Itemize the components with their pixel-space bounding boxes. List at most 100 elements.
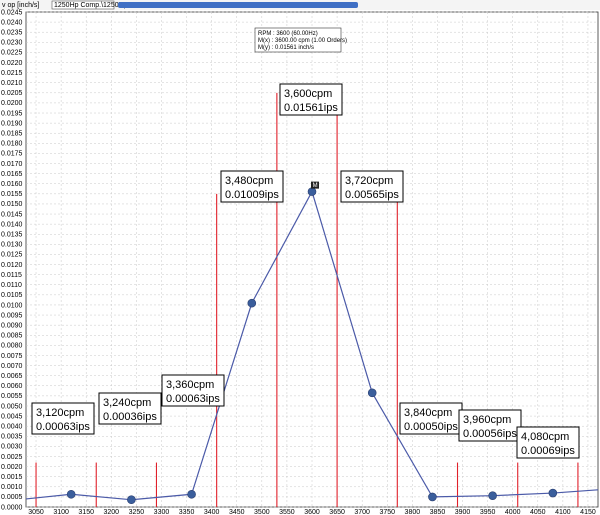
spectrum-chart: v op [inch/s] 1250Hp Comp.\1250Hp 0.0000… xyxy=(0,0,600,515)
annotation-ips: 0.00069ips xyxy=(521,445,575,457)
annotation-cpm: 3,360cpm xyxy=(166,379,214,391)
y-tick-label: 0.0175 xyxy=(1,151,23,158)
x-tick-label: 3850 xyxy=(430,509,446,515)
data-point[interactable] xyxy=(66,489,76,499)
y-tick-label: 0.0080 xyxy=(1,343,23,350)
annotation-ips: 0.00063ips xyxy=(166,393,220,405)
y-tick-label: 0.0120 xyxy=(1,262,23,269)
x-tick-label: 4150 xyxy=(580,509,596,515)
info-line-3: M(y) : 0.01561 inch/s xyxy=(258,45,314,51)
y-tick-label: 0.0015 xyxy=(1,474,23,481)
annotation-cpm: 3,480cpm xyxy=(225,175,273,187)
toolbar: v op [inch/s] 1250Hp Comp.\1250Hp xyxy=(0,0,600,10)
x-tick-label: 3950 xyxy=(480,509,496,515)
y-tick-label: 0.0070 xyxy=(1,363,23,370)
data-point[interactable] xyxy=(548,488,558,498)
peak-marker-label: M xyxy=(313,183,318,189)
x-tick-label: 3800 xyxy=(405,509,421,515)
y-tick-label: 0.0140 xyxy=(1,221,23,228)
annotation-box: 3,240cpm 0.00036ips xyxy=(98,392,162,425)
annotation-box: 3,600cpm 0.01561ips xyxy=(279,83,343,116)
annotation-ips: 0.00056ips xyxy=(463,428,517,440)
marker-info-box: RPM : 3600 (60.00Hz) M(x) : 3600.00 cpm … xyxy=(254,27,347,53)
x-tick-label: 3400 xyxy=(204,509,220,515)
annotation-box: 3,480cpm 0.01009ips xyxy=(220,170,284,203)
y-tick-label: 0.0220 xyxy=(1,60,23,67)
data-point[interactable] xyxy=(247,298,257,308)
y-tick-label: 0.0110 xyxy=(1,282,22,289)
y-tick-label: 0.0100 xyxy=(1,302,23,309)
annotation-cpm: 3,960cpm xyxy=(463,414,511,426)
channel-title-bar[interactable] xyxy=(118,2,358,8)
x-tick-label: 3600 xyxy=(304,509,320,515)
annotation-cpm: 3,120cpm xyxy=(36,407,84,419)
y-tick-label: 0.0035 xyxy=(1,434,23,441)
annotation-cpm: 4,080cpm xyxy=(521,431,569,443)
y-tick-label: 0.0185 xyxy=(1,131,23,138)
y-tick-label: 0.0210 xyxy=(1,80,23,87)
info-line-2: M(x) : 3600.00 cpm (1.00 Orders) xyxy=(258,38,347,44)
y-tick-label: 0.0235 xyxy=(1,30,23,37)
annotation-cpm: 3,720cpm xyxy=(345,175,393,187)
annotation-ips: 0.00565ips xyxy=(345,189,399,201)
x-tick-label: 3150 xyxy=(78,509,94,515)
y-tick-label: 0.0025 xyxy=(1,454,23,461)
y-tick-label: 0.0010 xyxy=(1,484,23,491)
data-point[interactable] xyxy=(428,492,437,502)
x-tick-label: 3750 xyxy=(379,509,395,515)
info-line-1: RPM : 3600 (60.00Hz) xyxy=(258,31,318,37)
y-tick-label: 0.0125 xyxy=(1,252,23,259)
y-tick-label: 0.0005 xyxy=(1,494,23,501)
annotation-ips: 0.01561ips xyxy=(284,102,338,114)
y-tick-label: 0.0155 xyxy=(1,191,23,198)
y-tick-label: 0.0055 xyxy=(1,393,23,400)
y-tick-label: 0.0000 xyxy=(1,504,23,511)
annotation-box: 4,080cpm 0.00069ips xyxy=(516,426,580,459)
y-tick-label: 0.0245 xyxy=(1,9,23,16)
y-tick-label: 0.0065 xyxy=(1,373,23,380)
y-tick-label: 0.0215 xyxy=(1,70,23,77)
y-tick-label: 0.0030 xyxy=(1,444,23,451)
y-tick-label: 0.0090 xyxy=(1,322,23,329)
annotation-box: 3,960cpm 0.00056ips xyxy=(458,409,522,442)
y-tick-label: 0.0020 xyxy=(1,464,23,471)
data-point[interactable] xyxy=(187,489,196,499)
y-tick-label: 0.0115 xyxy=(1,272,22,279)
y-tick-label: 0.0145 xyxy=(1,211,23,218)
y-tick-label: 0.0180 xyxy=(1,141,23,148)
x-tick-label: 4100 xyxy=(555,509,571,515)
y-tick-label: 0.0135 xyxy=(1,232,23,239)
unit-label: v op [inch/s] xyxy=(2,2,39,9)
y-tick-label: 0.0205 xyxy=(1,90,23,97)
channel-label: 1250Hp Comp.\1250Hp xyxy=(54,2,128,9)
annotation-ips: 0.00063ips xyxy=(36,421,90,433)
x-tick-label: 3300 xyxy=(154,509,170,515)
annotation-cpm: 3,600cpm xyxy=(284,88,332,100)
x-tick-label: 3450 xyxy=(229,509,245,515)
y-tick-label: 0.0150 xyxy=(1,201,23,208)
x-axis-ticks: 3050 3100 3150 3200 3250 3300 3350 3400 3450 3500… xyxy=(28,509,596,515)
x-tick-label: 4000 xyxy=(505,509,521,515)
x-tick-label: 3900 xyxy=(455,509,471,515)
y-tick-label: 0.0045 xyxy=(1,413,23,420)
x-tick-label: 3250 xyxy=(129,509,145,515)
y-tick-label: 0.0225 xyxy=(1,50,23,57)
peak-marker[interactable]: M xyxy=(311,181,319,190)
y-tick-label: 0.0170 xyxy=(1,161,23,168)
x-tick-label: 3050 xyxy=(28,509,44,515)
y-tick-label: 0.0050 xyxy=(1,403,23,410)
y-tick-label: 0.0165 xyxy=(1,171,23,178)
annotation-box: 3,360cpm 0.00063ips xyxy=(161,374,225,407)
x-tick-label: 3550 xyxy=(279,509,295,515)
y-tick-label: 0.0195 xyxy=(1,110,23,117)
annotation-ips: 0.00036ips xyxy=(103,411,157,423)
x-tick-label: 3650 xyxy=(329,509,345,515)
data-point[interactable] xyxy=(127,495,136,505)
y-axis-ticks: 0.0000 0.0005 0.0010 0.0015 0.0020 0.0025 0.00… xyxy=(1,9,23,511)
annotation-cpm: 3,240cpm xyxy=(103,397,151,409)
data-point[interactable] xyxy=(488,491,497,500)
y-tick-label: 0.0200 xyxy=(1,100,23,107)
data-point[interactable] xyxy=(367,388,377,398)
y-tick-label: 0.0085 xyxy=(1,333,23,340)
x-tick-label: 3100 xyxy=(53,509,69,515)
